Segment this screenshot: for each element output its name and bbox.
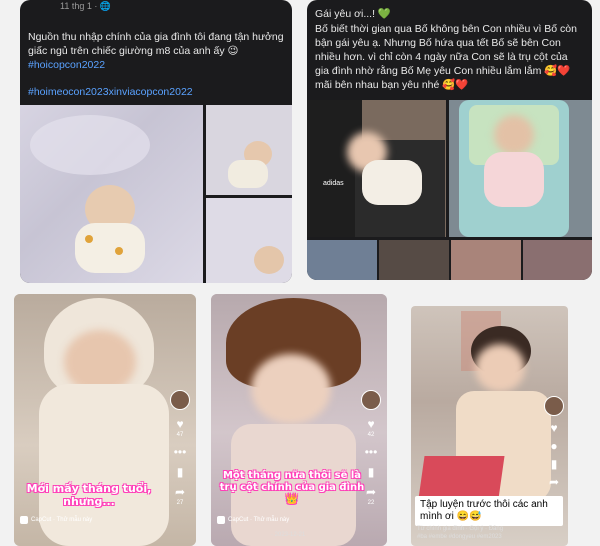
heart-icon[interactable]: ♥ [550, 422, 557, 434]
baby-figure [65, 185, 155, 275]
brand-text: adidas [323, 180, 344, 187]
post-photo-2[interactable] [449, 100, 592, 237]
comment-icon[interactable]: ● [550, 440, 557, 452]
share-icon[interactable]: ➦ [175, 486, 185, 498]
video-card-3[interactable]: ♥ ● ▮ ➦ Tập luyện trước thôi các anh mìn… [411, 306, 568, 546]
post-thumb-3[interactable] [451, 240, 521, 280]
hashtag-link[interactable]: #hoicopcon2022 [20, 58, 113, 72]
hashtag-link[interactable]: #hoimeocon2023xinviacopcon2022 [20, 85, 201, 99]
video-meta: #ba #embe #dongyeu #em2023 [417, 534, 502, 540]
share-icon[interactable]: ➦ [549, 476, 559, 488]
post-photo-3[interactable] [206, 198, 292, 283]
creator-avatar[interactable] [170, 390, 190, 410]
baby-figure [221, 294, 371, 546]
video-meta-2: Từ chính gia đình · Gọi ý · Đăng [417, 526, 504, 532]
post-greeting: Gái yêu ơi...! 💚 [315, 8, 391, 20]
post-thumb-2[interactable] [379, 240, 449, 280]
baby-figure [34, 294, 184, 546]
like-count: 47 [176, 432, 184, 438]
post-thumb-4[interactable] [523, 240, 592, 280]
capcut-link[interactable]: CapCut · Thử mẫu này [20, 516, 92, 524]
video-date: · 2023-12-21 [271, 532, 306, 538]
share-count: 27 [176, 500, 184, 506]
bookmark-icon[interactable]: ▮ [551, 458, 558, 470]
video-caption: Mới mấy tháng tuổi, nhưng... [26, 482, 152, 508]
video-actions: ♥ 47 ••• ▮ ➦ 27 [170, 390, 190, 506]
video-caption: Tập luyện trước thôi các anh mình ơi 😄😅 [415, 496, 563, 526]
like-count: 42 [367, 432, 375, 438]
post-photo-main[interactable]: adidas [307, 100, 446, 237]
post-photo-2[interactable] [206, 105, 292, 195]
post-thumb-1[interactable] [307, 240, 377, 280]
post-text: Bố biết thời gian qua Bố không bên Con n… [315, 23, 577, 91]
video-card-2[interactable]: ♥ 42 ••• ▮ ➦ 22 Một tháng nữa thôi sẽ là… [211, 294, 387, 546]
post-text: Nguồn thu nhập chính của gia đình tôi đa… [28, 31, 284, 57]
post-card-1[interactable]: 11 thg 1 · 🌐 Nguồn thu nhập chính của gi… [20, 0, 292, 283]
share-icon[interactable]: ➦ [366, 486, 376, 498]
capcut-icon [217, 516, 225, 524]
post-photo-main[interactable] [20, 105, 203, 283]
capcut-icon [20, 516, 28, 524]
video-caption: Một tháng nữa thôi sẽ là trụ cột chính c… [219, 470, 365, 505]
video-actions: ♥ ● ▮ ➦ [544, 396, 564, 488]
post-header: 11 thg 1 · 🌐 [60, 1, 112, 11]
creator-avatar[interactable] [544, 396, 564, 416]
creator-avatar[interactable] [361, 390, 381, 410]
bookmark-icon[interactable]: ▮ [177, 466, 184, 478]
heart-icon[interactable]: ♥ [367, 418, 374, 430]
more-icon[interactable]: ••• [174, 446, 187, 458]
post-card-2[interactable]: Gái yêu ơi...! 💚 Bố biết thời gian qua B… [307, 0, 592, 280]
capcut-link[interactable]: CapCut · Thử mẫu này [217, 516, 289, 524]
heart-icon[interactable]: ♥ [176, 418, 183, 430]
more-icon[interactable]: ••• [365, 446, 378, 458]
video-card-1[interactable]: ♥ 47 ••• ▮ ➦ 27 Mới mấy tháng tuổi, nhưn… [14, 294, 196, 546]
bookmark-icon[interactable]: ▮ [368, 466, 375, 478]
share-count: 22 [367, 500, 375, 506]
